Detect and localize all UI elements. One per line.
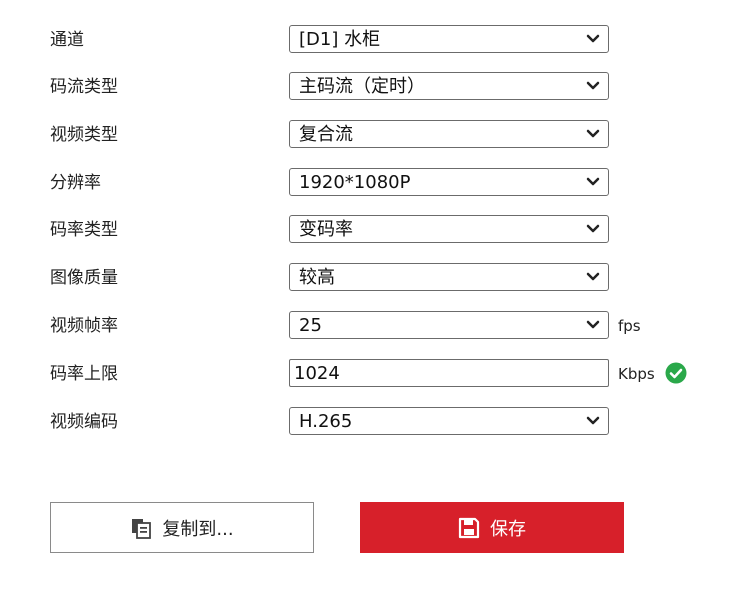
resolution-label: 分辨率 bbox=[50, 173, 101, 193]
max-bitrate-input[interactable]: 1024 bbox=[289, 359, 609, 387]
resolution-select[interactable]: 1920*1080P bbox=[289, 168, 609, 196]
frame-rate-value: 25 bbox=[299, 315, 322, 336]
channel-value: [D1] 水柜 bbox=[299, 29, 381, 50]
channel-row: 通道 [D1] 水柜 bbox=[0, 25, 745, 55]
chevron-down-icon bbox=[586, 224, 600, 233]
frame-rate-row: 视频帧率 25 fps bbox=[0, 311, 745, 341]
image-quality-label: 图像质量 bbox=[50, 268, 118, 288]
max-bitrate-label: 码率上限 bbox=[50, 364, 118, 384]
video-type-row: 视频类型 复合流 bbox=[0, 120, 745, 150]
bitrate-type-value: 变码率 bbox=[299, 219, 353, 240]
image-quality-select[interactable]: 较高 bbox=[289, 263, 609, 291]
frame-rate-unit: fps bbox=[618, 317, 641, 335]
video-encoding-row: 视频编码 H.265 bbox=[0, 407, 745, 437]
resolution-value: 1920*1080P bbox=[299, 172, 411, 193]
copy-to-button[interactable]: 复制到... bbox=[50, 502, 314, 553]
max-bitrate-row: 码率上限 1024 Kbps bbox=[0, 359, 745, 389]
max-bitrate-value: 1024 bbox=[294, 363, 340, 384]
stream-type-row: 码流类型 主码流（定时） bbox=[0, 72, 745, 102]
max-bitrate-unit: Kbps bbox=[618, 365, 655, 383]
bitrate-type-select[interactable]: 变码率 bbox=[289, 215, 609, 243]
video-type-label: 视频类型 bbox=[50, 125, 118, 145]
frame-rate-label: 视频帧率 bbox=[50, 316, 118, 336]
chevron-down-icon bbox=[586, 416, 600, 425]
video-encoding-select[interactable]: H.265 bbox=[289, 407, 609, 435]
stream-type-select[interactable]: 主码流（定时） bbox=[289, 72, 609, 100]
channel-label: 通道 bbox=[50, 30, 84, 50]
check-circle-icon bbox=[665, 362, 687, 384]
frame-rate-select[interactable]: 25 bbox=[289, 311, 609, 339]
stream-type-value: 主码流（定时） bbox=[299, 76, 425, 97]
video-type-select[interactable]: 复合流 bbox=[289, 120, 609, 148]
chevron-down-icon bbox=[586, 34, 600, 43]
video-type-value: 复合流 bbox=[299, 124, 353, 145]
resolution-row: 分辨率 1920*1080P bbox=[0, 168, 745, 198]
save-label: 保存 bbox=[490, 518, 526, 540]
bitrate-type-label: 码率类型 bbox=[50, 220, 118, 240]
save-button[interactable]: 保存 bbox=[360, 502, 624, 553]
chevron-down-icon bbox=[586, 177, 600, 186]
channel-select[interactable]: [D1] 水柜 bbox=[289, 25, 609, 53]
chevron-down-icon bbox=[586, 272, 600, 281]
copy-icon bbox=[132, 518, 152, 539]
image-quality-row: 图像质量 较高 bbox=[0, 263, 745, 293]
chevron-down-icon bbox=[586, 81, 600, 90]
video-encoding-label: 视频编码 bbox=[50, 412, 118, 432]
chevron-down-icon bbox=[586, 320, 600, 329]
floppy-disk-icon bbox=[458, 517, 480, 538]
image-quality-value: 较高 bbox=[299, 267, 335, 288]
chevron-down-icon bbox=[586, 129, 600, 138]
stream-type-label: 码流类型 bbox=[50, 77, 118, 97]
bitrate-type-row: 码率类型 变码率 bbox=[0, 215, 745, 245]
video-encoding-value: H.265 bbox=[299, 411, 353, 432]
copy-to-label: 复制到... bbox=[162, 518, 234, 540]
